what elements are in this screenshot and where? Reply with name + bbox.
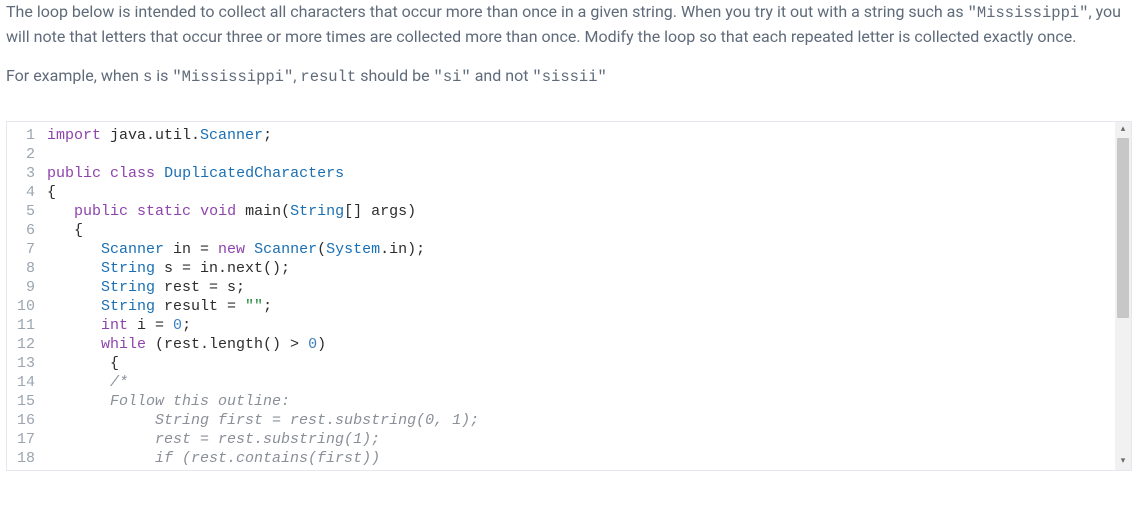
code-line[interactable]: /* bbox=[47, 373, 1131, 392]
editor-gutter: 123456789101112131415161718 bbox=[7, 122, 43, 470]
code-line[interactable]: Follow this outline: bbox=[47, 392, 1131, 411]
scroll-down-arrow-icon[interactable]: ▾ bbox=[1115, 454, 1131, 470]
text-fragment: should be bbox=[356, 66, 433, 85]
code-line[interactable]: { bbox=[47, 183, 1131, 202]
code-line[interactable]: String rest = s; bbox=[47, 278, 1131, 297]
line-number: 18 bbox=[13, 449, 35, 468]
code-line[interactable]: String result = ""; bbox=[47, 297, 1131, 316]
line-number: 15 bbox=[13, 392, 35, 411]
vertical-scrollbar[interactable]: ▴ ▾ bbox=[1115, 122, 1131, 470]
line-number: 6 bbox=[13, 221, 35, 240]
code-literal: "sissii" bbox=[532, 68, 606, 86]
code-line[interactable]: public static void main(String[] args) bbox=[47, 202, 1131, 221]
code-literal: s bbox=[143, 68, 152, 86]
problem-paragraph-2: For example, when s is "Mississippi", re… bbox=[6, 64, 1128, 89]
code-line[interactable]: String s = in.next(); bbox=[47, 259, 1131, 278]
code-literal: "Mississippi" bbox=[968, 4, 1089, 22]
code-literal: result bbox=[300, 68, 356, 86]
text-fragment: is bbox=[152, 66, 172, 85]
line-number: 8 bbox=[13, 259, 35, 278]
line-number: 4 bbox=[13, 183, 35, 202]
code-literal: "si" bbox=[434, 68, 471, 86]
line-number: 5 bbox=[13, 202, 35, 221]
problem-description: The loop below is intended to collect al… bbox=[0, 0, 1138, 121]
line-number: 10 bbox=[13, 297, 35, 316]
line-number: 14 bbox=[13, 373, 35, 392]
text-fragment: The loop below is intended to collect al… bbox=[6, 2, 968, 21]
scroll-track[interactable] bbox=[1115, 138, 1131, 454]
line-number: 3 bbox=[13, 164, 35, 183]
editor-body[interactable]: import java.util.Scanner; public class D… bbox=[43, 122, 1131, 470]
text-fragment: For example, when bbox=[6, 66, 143, 85]
text-fragment: and not bbox=[471, 66, 533, 85]
scroll-up-arrow-icon[interactable]: ▴ bbox=[1115, 122, 1131, 138]
line-number: 12 bbox=[13, 335, 35, 354]
code-line[interactable] bbox=[47, 145, 1131, 164]
code-line[interactable]: int i = 0; bbox=[47, 316, 1131, 335]
line-number: 11 bbox=[13, 316, 35, 335]
line-number: 2 bbox=[13, 145, 35, 164]
code-line[interactable]: if (rest.contains(first)) bbox=[47, 449, 1131, 468]
code-line[interactable]: import java.util.Scanner; bbox=[47, 126, 1131, 145]
code-editor[interactable]: 123456789101112131415161718 import java.… bbox=[6, 121, 1132, 471]
line-number: 1 bbox=[13, 126, 35, 145]
code-line[interactable]: { bbox=[47, 221, 1131, 240]
line-number: 16 bbox=[13, 411, 35, 430]
line-number: 13 bbox=[13, 354, 35, 373]
code-line[interactable]: public class DuplicatedCharacters bbox=[47, 164, 1131, 183]
line-number: 7 bbox=[13, 240, 35, 259]
code-line[interactable]: String first = rest.substring(0, 1); bbox=[47, 411, 1131, 430]
code-line[interactable]: Scanner in = new Scanner(System.in); bbox=[47, 240, 1131, 259]
scroll-thumb[interactable] bbox=[1117, 138, 1129, 318]
code-line[interactable]: rest = rest.substring(1); bbox=[47, 430, 1131, 449]
code-line[interactable]: { bbox=[47, 354, 1131, 373]
problem-paragraph-1: The loop below is intended to collect al… bbox=[6, 0, 1128, 50]
line-number: 9 bbox=[13, 278, 35, 297]
line-number: 17 bbox=[13, 430, 35, 449]
code-literal: "Mississippi" bbox=[172, 68, 293, 86]
code-line[interactable]: while (rest.length() > 0) bbox=[47, 335, 1131, 354]
